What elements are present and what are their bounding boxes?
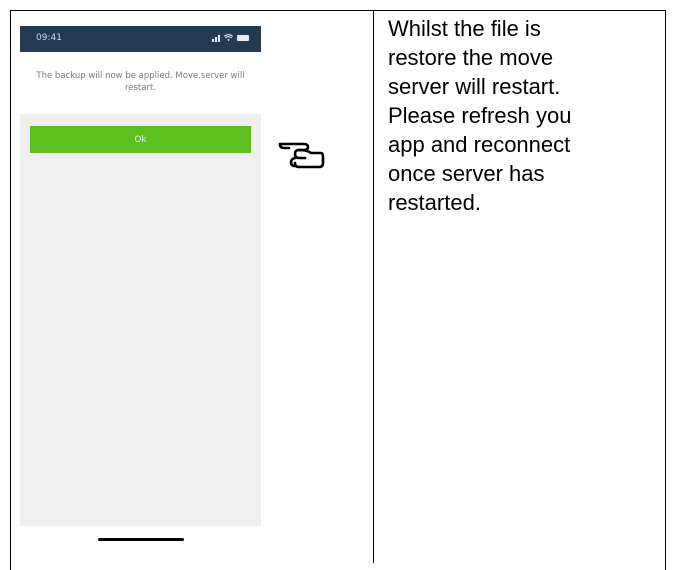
message-area: The backup will now be applied. Move.ser… <box>20 52 261 114</box>
battery-icon <box>237 35 249 41</box>
home-indicator <box>98 538 184 541</box>
pointing-hand-icon <box>278 142 325 169</box>
status-icons <box>212 34 249 42</box>
phone-screenshot: 09:41 The backup will now be applied. Mo… <box>20 26 261 526</box>
status-time: 09:41 <box>36 33 62 43</box>
wifi-icon <box>224 34 233 42</box>
instructions-text: Whilst the file is restore the move serv… <box>388 16 572 215</box>
ok-button[interactable]: Ok <box>30 126 251 153</box>
status-bar: 09:41 <box>20 26 261 52</box>
backup-message: The backup will now be applied. Move.ser… <box>36 71 245 93</box>
column-divider <box>373 10 374 563</box>
signal-icon <box>212 34 220 42</box>
